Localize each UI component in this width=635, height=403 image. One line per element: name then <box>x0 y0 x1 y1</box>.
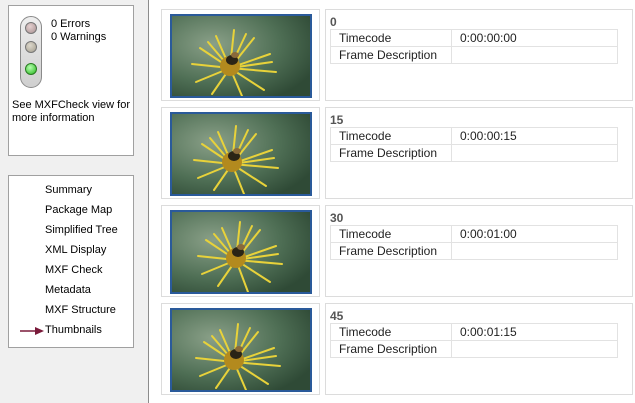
frame-number: 15 <box>330 113 344 127</box>
left-pane: 0 Errors 0 Warnings See MXFCheck view fo… <box>0 0 140 403</box>
thumbnail-image[interactable] <box>170 14 312 98</box>
thumbnail-cell <box>161 9 320 101</box>
flower-image <box>172 212 310 292</box>
thumbnail-row: 0 Timecode 0:00:00:00 Frame Description <box>161 9 633 101</box>
thumbnail-image[interactable] <box>170 112 312 196</box>
traffic-light-icon <box>20 16 42 88</box>
thumbnail-row: 45 Timecode 0:00:01:15 Frame Description <box>161 303 633 395</box>
frame-number: 0 <box>330 15 337 29</box>
flower-image <box>172 114 310 194</box>
thumbnail-row: 15 Timecode 0:00:00:15 Frame Description <box>161 107 633 199</box>
nav-item-simplified-tree[interactable]: Simplified Tree <box>45 223 118 237</box>
flower-image <box>172 310 310 390</box>
amber-light <box>25 41 37 53</box>
timecode-label: Timecode <box>330 225 452 243</box>
thumbnail-cell <box>161 303 320 395</box>
description-value <box>451 144 618 162</box>
nav-item-metadata[interactable]: Metadata <box>45 283 91 297</box>
frame-info: 45 Timecode 0:00:01:15 Frame Description <box>325 303 633 395</box>
thumbnail-image[interactable] <box>170 210 312 294</box>
thumbnail-image[interactable] <box>170 308 312 392</box>
frame-properties: Timecode 0:00:01:00 Frame Description <box>330 225 618 260</box>
nav-item-summary[interactable]: Summary <box>45 183 92 197</box>
frame-properties: Timecode 0:00:00:00 Frame Description <box>330 29 618 64</box>
timecode-value: 0:00:01:15 <box>451 323 618 341</box>
description-label: Frame Description <box>330 46 452 64</box>
thumbnail-cell <box>161 205 320 297</box>
nav-item-xml-display[interactable]: XML Display <box>45 243 106 257</box>
pane-splitter[interactable] <box>140 0 148 403</box>
timecode-label: Timecode <box>330 127 452 145</box>
green-light <box>25 63 37 75</box>
red-light <box>25 22 37 34</box>
thumbnail-cell <box>161 107 320 199</box>
errors-count: 0 Errors <box>51 18 91 30</box>
frame-info: 30 Timecode 0:00:01:00 Frame Description <box>325 205 633 297</box>
thumbnail-row: 30 Timecode 0:00:01:00 Frame Description <box>161 205 633 297</box>
frame-info: 15 Timecode 0:00:00:15 Frame Description <box>325 107 633 199</box>
arrow-right-icon <box>20 327 44 335</box>
thumbnails-view: 0 Timecode0:00:00:00 Frame Description <box>148 0 635 403</box>
description-value <box>451 242 618 260</box>
timecode-value: 0:00:00:00 <box>451 29 618 47</box>
warnings-count: 0 Warnings <box>51 31 107 43</box>
timecode-label: Timecode <box>330 323 452 341</box>
frame-info: 0 Timecode 0:00:00:00 Frame Description <box>325 9 633 101</box>
nav-item-package-map[interactable]: Package Map <box>45 203 112 217</box>
nav-item-mxf-structure[interactable]: MXF Structure <box>45 303 116 317</box>
description-label: Frame Description <box>330 242 452 260</box>
description-label: Frame Description <box>330 340 452 358</box>
frame-properties: Timecode 0:00:01:15 Frame Description <box>330 323 618 358</box>
frame-number: 45 <box>330 309 344 323</box>
timecode-label: Timecode <box>330 29 452 47</box>
description-value <box>451 340 618 358</box>
status-message: See MXFCheck view for more information <box>12 99 130 124</box>
nav-item-thumbnails[interactable]: Thumbnails <box>45 323 102 337</box>
status-panel: 0 Errors 0 Warnings See MXFCheck view fo… <box>8 5 134 156</box>
timecode-value: 0:00:00:15 <box>451 127 618 145</box>
view-nav: Summary Package Map Simplified Tree XML … <box>8 175 134 348</box>
frame-properties: Timecode 0:00:00:15 Frame Description <box>330 127 618 162</box>
nav-item-mxf-check[interactable]: MXF Check <box>45 263 102 277</box>
description-label: Frame Description <box>330 144 452 162</box>
timecode-value: 0:00:01:00 <box>451 225 618 243</box>
frame-number: 30 <box>330 211 344 225</box>
status-counts: 0 Errors 0 Warnings <box>51 18 106 44</box>
flower-image <box>172 16 310 96</box>
description-value <box>451 46 618 64</box>
